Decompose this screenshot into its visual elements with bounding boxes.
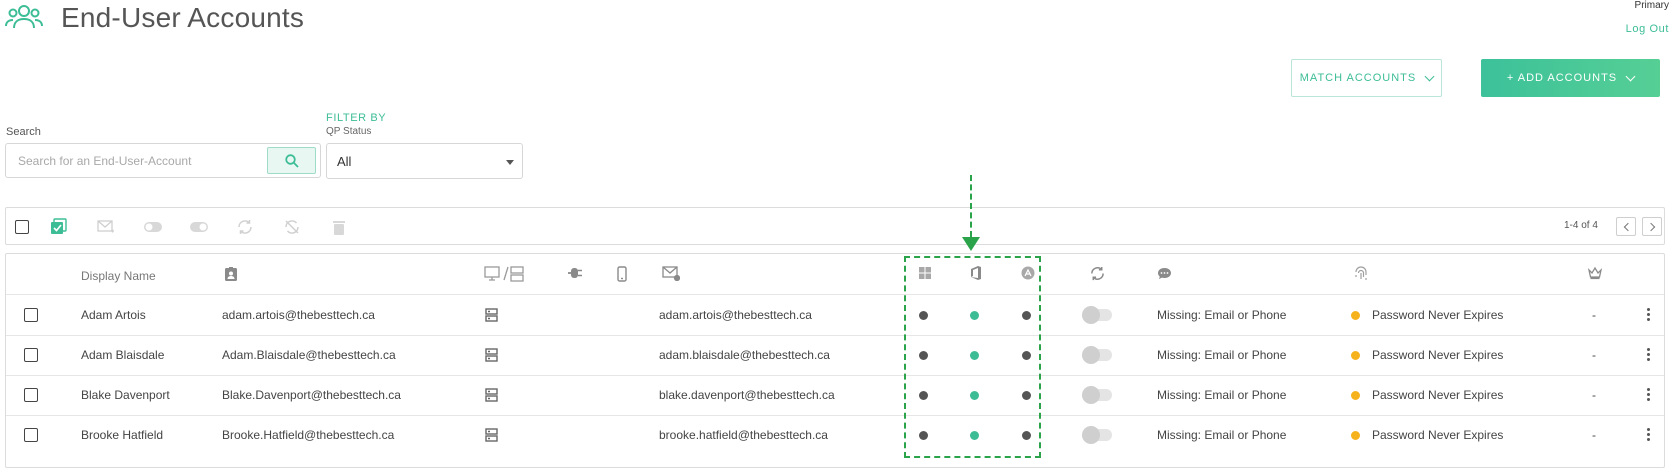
search-input[interactable] xyxy=(16,144,266,177)
page-title: End-User Accounts xyxy=(61,2,305,33)
search-button[interactable] xyxy=(267,147,316,174)
column-header-display-name: Display Name xyxy=(81,269,156,283)
sync-header-icon xyxy=(1091,266,1104,281)
match-accounts-label: MATCH ACCOUNTS xyxy=(1299,72,1417,84)
password-status: Password Never Expires xyxy=(1372,428,1504,442)
display-name: Brooke Hatfield xyxy=(81,428,164,442)
email: brooke.hatfield@thebesttech.ca xyxy=(659,428,828,442)
upn: Blake.Davenport@thebesttech.ca xyxy=(222,388,401,402)
sync-toggle[interactable] xyxy=(1082,306,1112,324)
row-divider xyxy=(6,335,1664,336)
row-menu-button[interactable] xyxy=(1647,348,1651,361)
upn: adam.artois@thebesttech.ca xyxy=(222,308,375,322)
row-divider xyxy=(6,375,1664,376)
select-all-checkbox[interactable] xyxy=(12,217,32,237)
warning-dot xyxy=(1351,351,1360,360)
qp-status-value: All xyxy=(337,154,352,169)
upn: Brooke.Hatfield@thebesttech.ca xyxy=(222,428,395,442)
device-server-icon xyxy=(484,266,524,282)
toggle-off-icon[interactable] xyxy=(189,217,209,237)
row-checkbox[interactable] xyxy=(24,428,38,442)
add-accounts-label: + ADD ACCOUNTS xyxy=(1506,72,1618,84)
email-icon xyxy=(662,266,680,281)
users-icon xyxy=(5,4,43,30)
row-checkbox[interactable] xyxy=(24,388,38,402)
filter-by-label: FILTER BY xyxy=(326,112,387,124)
row-menu-button[interactable] xyxy=(1647,388,1651,401)
password-status: Password Never Expires xyxy=(1372,388,1504,402)
qp-status-select[interactable]: All xyxy=(326,143,523,179)
row-menu-button[interactable] xyxy=(1647,428,1651,441)
annotation-arrow-head xyxy=(962,237,980,251)
row-checkbox[interactable] xyxy=(24,348,38,362)
id-badge-icon xyxy=(225,267,237,281)
sync-toggle[interactable] xyxy=(1082,386,1112,404)
plug-icon xyxy=(568,268,582,278)
display-name: Adam Blaisdale xyxy=(81,348,165,362)
warning-dot xyxy=(1351,391,1360,400)
sync-toggle[interactable] xyxy=(1082,346,1112,364)
sync-toggle[interactable] xyxy=(1082,426,1112,444)
chat-icon xyxy=(1158,268,1171,279)
chevron-down-icon xyxy=(1424,71,1435,81)
missing-info: Missing: Email or Phone xyxy=(1157,428,1287,442)
chevron-left-icon xyxy=(1623,222,1632,231)
fingerprint-icon xyxy=(1355,266,1367,280)
server-icon xyxy=(485,388,498,402)
sync-icon[interactable] xyxy=(235,217,255,237)
server-icon xyxy=(485,428,498,442)
last-value: - xyxy=(1592,308,1596,322)
search-label: Search xyxy=(6,126,41,138)
missing-info: Missing: Email or Phone xyxy=(1157,388,1287,402)
display-name: Blake Davenport xyxy=(81,388,170,402)
upn: Adam.Blaisdale@thebesttech.ca xyxy=(222,348,396,362)
bulk-toolbar: 1-4 of 4 xyxy=(5,207,1665,245)
last-value: - xyxy=(1592,348,1596,362)
filter-subtitle: QP Status xyxy=(326,126,372,137)
delete-icon[interactable] xyxy=(329,217,349,237)
display-name: Adam Artois xyxy=(81,308,146,322)
phone-icon xyxy=(617,266,627,282)
send-email-icon[interactable] xyxy=(96,217,116,237)
missing-info: Missing: Email or Phone xyxy=(1157,308,1287,322)
email: blake.davenport@thebesttech.ca xyxy=(659,388,835,402)
crown-icon xyxy=(1588,266,1602,280)
prev-page-button[interactable] xyxy=(1616,217,1636,236)
server-icon xyxy=(485,348,498,362)
user-role: Primary xyxy=(1634,0,1669,11)
toggle-on-icon[interactable] xyxy=(143,217,163,237)
chevron-down-icon xyxy=(1625,71,1636,81)
row-divider xyxy=(6,415,1664,416)
password-status: Password Never Expires xyxy=(1372,308,1504,322)
warning-dot xyxy=(1351,311,1360,320)
annotation-arrow-line xyxy=(970,175,972,237)
warning-dot xyxy=(1351,431,1360,440)
pagination-text: 1-4 of 4 xyxy=(1564,220,1598,231)
search-icon xyxy=(284,153,299,168)
password-status: Password Never Expires xyxy=(1372,348,1504,362)
accounts-table: Display Name Adam Artois adam.artois@the… xyxy=(5,253,1665,468)
email: adam.blaisdale@thebesttech.ca xyxy=(659,348,830,362)
header-divider xyxy=(6,294,1664,295)
row-menu-button[interactable] xyxy=(1647,308,1651,321)
email: adam.artois@thebesttech.ca xyxy=(659,308,812,322)
row-checkbox[interactable] xyxy=(24,308,38,322)
chevron-right-icon xyxy=(1646,222,1655,231)
next-page-button[interactable] xyxy=(1642,217,1662,236)
server-icon xyxy=(485,308,498,322)
highlight-box xyxy=(904,256,1041,458)
missing-info: Missing: Email or Phone xyxy=(1157,348,1287,362)
sync-disabled-icon[interactable] xyxy=(282,217,302,237)
logout-link[interactable]: Log Out xyxy=(1626,23,1669,35)
caret-down-icon xyxy=(506,160,514,165)
add-accounts-button[interactable]: + ADD ACCOUNTS xyxy=(1481,59,1660,97)
last-value: - xyxy=(1592,388,1596,402)
last-value: - xyxy=(1592,428,1596,442)
bulk-select-icon[interactable] xyxy=(49,217,69,237)
match-accounts-button[interactable]: MATCH ACCOUNTS xyxy=(1291,59,1442,97)
search-box xyxy=(5,143,321,178)
